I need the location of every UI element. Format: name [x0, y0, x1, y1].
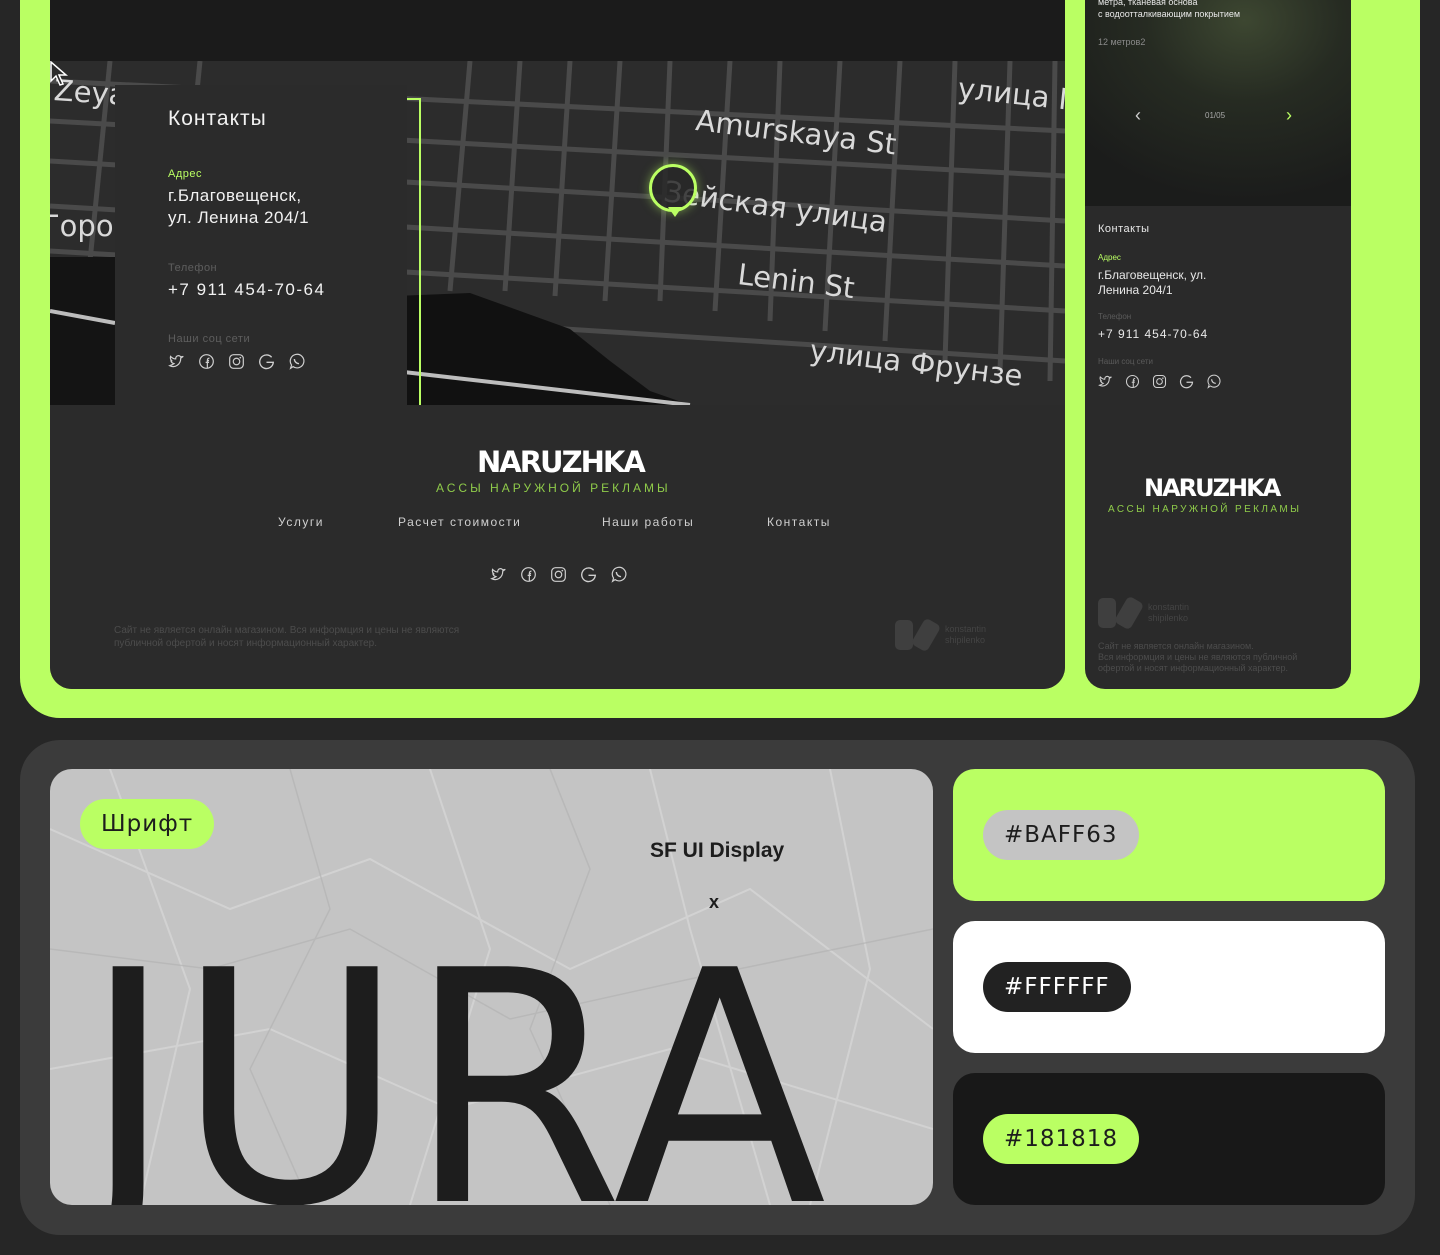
swatch-dark-label: #181818 — [983, 1114, 1140, 1164]
mobile-hero-line-2: с водоотталкивающим покрытием — [1098, 9, 1241, 19]
author-credit[interactable]: konstantin shipilenko — [895, 617, 987, 653]
mobile-phone[interactable]: +7 911 454-70-64 — [1098, 327, 1208, 342]
whatsapp-icon[interactable] — [1206, 374, 1221, 389]
mobile-tagline: АССЫ НАРУЖНОЙ РЕКЛАМЫ — [1108, 504, 1302, 515]
twitter-icon[interactable] — [490, 566, 507, 583]
mobile-disclaimer-line-3: офертой и носят информационный характер. — [1098, 663, 1288, 673]
mobile-disclaimer: Сайт не является онлайн магазином. Вся и… — [1098, 641, 1297, 674]
social-label: Наши соц сети — [168, 333, 251, 345]
address-line-2: ул. Ленина 204/1 — [168, 208, 310, 227]
site-footer: NARUZHKA АССЫ НАРУЖНОЙ РЕКЛАМЫ Услуги Ра… — [50, 405, 1065, 689]
mobile-logo[interactable]: NARUZHKA — [1144, 474, 1281, 502]
font-sample: JURA — [82, 902, 829, 1206]
mobile-phone-label: Телефон — [1098, 312, 1132, 321]
swatch-accent: #BAFF63 — [953, 769, 1385, 901]
location-pin-icon[interactable] — [649, 164, 697, 217]
header-strip — [50, 0, 1065, 61]
typography-card: Шрифт SF UI Display x JURA — [50, 769, 933, 1205]
swatch-accent-label: #BAFF63 — [983, 810, 1139, 860]
footer-tagline: АССЫ НАРУЖНОЙ РЕКЛАМЫ — [436, 481, 671, 495]
swatch-white-label: #FFFFFF — [983, 962, 1131, 1012]
footer-logo[interactable]: NARUZHKA — [477, 445, 646, 479]
mobile-contacts-title: Контакты — [1098, 223, 1150, 235]
mouse-cursor-icon — [50, 61, 68, 86]
mobile-hero-sub: 12 метров2 — [1098, 37, 1146, 47]
whatsapp-icon[interactable] — [288, 353, 305, 370]
phone-label: Телефон — [168, 262, 218, 274]
disclaimer-line-2: публичной офертой и носят информационный… — [114, 638, 377, 649]
address-line-1: г.Благовещенск, — [168, 186, 302, 205]
author-logo-icon — [1098, 595, 1145, 631]
footer-nav-works[interactable]: Наши работы — [602, 515, 694, 529]
google-icon[interactable] — [1179, 374, 1194, 389]
font-tag: Шрифт — [80, 799, 215, 849]
address-label: Адрес — [168, 168, 202, 180]
mobile-mockup: метра, тканевая основа с водоотталкивающ… — [1085, 0, 1351, 689]
mobile-social-icons — [1098, 374, 1221, 389]
desktop-mockup: Zeya Amurskaya St улица Г Горо Зейская у… — [50, 0, 1065, 689]
next-arrow-icon[interactable]: › — [1286, 105, 1292, 126]
mobile-disclaimer-line-1: Сайт не является онлайн магазином. — [1098, 641, 1254, 651]
footer-nav-services[interactable]: Услуги — [278, 515, 324, 529]
twitter-icon[interactable] — [1098, 374, 1113, 389]
swatch-white: #FFFFFF — [953, 921, 1385, 1053]
whatsapp-icon[interactable] — [610, 566, 627, 583]
mobile-address-label: Адрес — [1098, 253, 1121, 262]
mobile-author-credit[interactable]: konstantin shipilenko — [1098, 595, 1190, 631]
social-icons — [168, 353, 305, 370]
font-name: SF UI Display — [650, 839, 785, 862]
author-logo-icon — [895, 617, 942, 653]
instagram-icon[interactable] — [228, 353, 245, 370]
google-icon[interactable] — [258, 353, 275, 370]
author-name-2: shipilenko — [945, 635, 986, 645]
instagram-icon[interactable] — [550, 566, 567, 583]
mobile-hero-text: метра, тканевая основа с водоотталкивающ… — [1098, 0, 1240, 20]
map-label-gorod: Горо — [50, 209, 114, 243]
contacts-card: Контакты Адрес г.Благовещенск, ул. Ленин… — [115, 85, 421, 405]
contacts-title: Контакты — [168, 107, 267, 130]
facebook-icon[interactable] — [198, 353, 215, 370]
facebook-icon[interactable] — [520, 566, 537, 583]
facebook-icon[interactable] — [1125, 374, 1140, 389]
footer-disclaimer: Сайт не является онлайн магазином. Вся и… — [114, 624, 459, 650]
mobile-author-name-1: konstantin — [1148, 602, 1190, 612]
mobile-disclaimer-line-2: Вся информция и цены не являются публичн… — [1098, 652, 1298, 662]
phone-number[interactable]: +7 911 454-70-64 — [168, 279, 325, 301]
accent-line — [407, 98, 421, 405]
slider-pager: 01/05 — [1205, 111, 1226, 120]
author-name-1: konstantin — [945, 624, 987, 634]
mobile-social-label: Наши соц сети — [1098, 357, 1153, 366]
twitter-icon[interactable] — [168, 353, 185, 370]
google-icon[interactable] — [580, 566, 597, 583]
mobile-author-name-2: shipilenko — [1148, 613, 1189, 623]
instagram-icon[interactable] — [1152, 374, 1167, 389]
disclaimer-line-1: Сайт не является онлайн магазином. Вся и… — [114, 625, 460, 636]
footer-nav-contacts[interactable]: Контакты — [767, 515, 831, 529]
mobile-hero-line-1: метра, тканевая основа — [1098, 0, 1198, 7]
mobile-address-line-1: г.Благовещенск, ул. — [1098, 268, 1207, 282]
swatch-dark: #181818 — [953, 1073, 1385, 1205]
mobile-hero-slide: метра, тканевая основа с водоотталкивающ… — [1085, 0, 1351, 206]
footer-social-icons — [490, 566, 627, 583]
prev-arrow-icon[interactable]: ‹ — [1135, 105, 1141, 126]
footer-nav-pricing[interactable]: Расчет стоимости — [398, 515, 521, 529]
mobile-address-line-2: Ленина 204/1 — [1098, 283, 1173, 297]
